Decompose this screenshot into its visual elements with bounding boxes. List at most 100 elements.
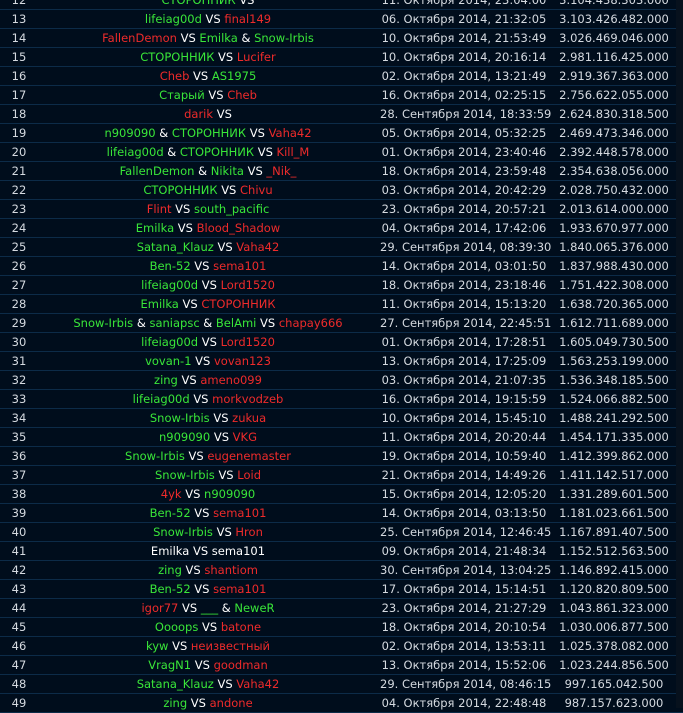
player-name[interactable]: Blood_Shadow	[197, 221, 281, 235]
player-name[interactable]: Hron	[235, 525, 262, 539]
player-name[interactable]: shantiom	[204, 563, 258, 577]
player-name[interactable]: AS1975	[212, 69, 256, 83]
rank-number: 43	[11, 582, 27, 596]
table-row: 14 FallenDemon VS Emilka & Snow-Irbis 10. …	[0, 29, 683, 48]
fight-date: 18. Октября 2014, 20:10:54	[381, 620, 547, 634]
player-name[interactable]: Chivu	[240, 183, 273, 197]
player-name[interactable]: Emilka	[140, 297, 178, 311]
fight-participants: FallenDemon & Nikita VS _Nik_	[38, 162, 378, 180]
player-name[interactable]: Oooops	[155, 620, 198, 634]
player-name[interactable]: lifeiag00d	[141, 335, 198, 349]
player-name[interactable]: СТОРОННИК	[172, 126, 246, 140]
player-name[interactable]: Snow-Irbis	[153, 525, 213, 539]
vertical-scrollbar[interactable]	[676, 0, 683, 708]
rank-number: 33	[11, 392, 27, 406]
player-name[interactable]: zing	[158, 563, 182, 577]
player-name[interactable]: Emilka	[199, 31, 237, 45]
player-name[interactable]: Ben-52	[150, 582, 191, 596]
player-name[interactable]: BelAmi	[216, 316, 256, 330]
player-name[interactable]: Lucifer	[237, 50, 276, 64]
player-name[interactable]: igor77	[141, 601, 178, 615]
player-name[interactable]: sema101	[213, 582, 266, 596]
player-name[interactable]: неизвестный	[191, 639, 270, 653]
player-name[interactable]: goodman	[214, 658, 268, 672]
player-name[interactable]: СТОРОННИК	[143, 183, 217, 197]
player-name[interactable]: Snow-Irbis	[73, 316, 133, 330]
player-name[interactable]: _Nik_	[266, 164, 296, 178]
player-name[interactable]: Snow-Irbis	[254, 31, 314, 45]
player-name[interactable]: n909090	[159, 430, 210, 444]
player-name[interactable]: Flint	[147, 202, 172, 216]
fight-date: 10. Октября 2014, 15:45:10	[381, 411, 547, 425]
rank-number: 48	[11, 677, 27, 691]
player-name[interactable]: saniapsc	[149, 316, 199, 330]
player-name[interactable]: FallenDemon	[120, 164, 195, 178]
player-name[interactable]: batone	[221, 620, 261, 634]
fight-date: 14. Октября 2014, 03:13:50	[381, 506, 547, 520]
player-name[interactable]: 4yk	[161, 487, 182, 501]
player-name[interactable]: VKG	[233, 430, 257, 444]
player-name[interactable]: Loid	[237, 468, 261, 482]
player-name[interactable]: Lord1520	[221, 335, 275, 349]
player-name[interactable]: Snow-Irbis	[155, 468, 215, 482]
player-name[interactable]: Nikita	[211, 164, 244, 178]
player-name[interactable]: Vaha42	[236, 240, 279, 254]
player-name[interactable]: south_pacific	[194, 202, 269, 216]
player-name[interactable]: Cheb	[227, 88, 257, 102]
player-name[interactable]: Satana_Klauz	[137, 240, 214, 254]
player-name[interactable]: vovan-1	[145, 354, 191, 368]
fight-participants: lifeiag00d & СТОРОННИК VS Kill_M	[38, 143, 378, 161]
player-name[interactable]: Kill_M	[277, 145, 310, 159]
rank-number: 46	[11, 639, 27, 653]
player-name[interactable]: Satana_Klauz	[137, 677, 214, 691]
player-name[interactable]: СТОРОННИК	[140, 50, 214, 64]
player-name[interactable]: СТОРОННИК	[162, 0, 236, 7]
fight-date: 01. Октября 2014, 17:28:51	[381, 335, 547, 349]
player-name[interactable]: kyw	[146, 639, 168, 653]
table-row: 31 vovan-1 VS vovan123 13. Октября 2014, 1…	[0, 352, 683, 371]
player-name[interactable]: Ben-52	[150, 506, 191, 520]
fight-date: 06. Октября 2014, 21:32:05	[381, 12, 547, 26]
player-name[interactable]: Emilka	[151, 544, 189, 558]
player-name[interactable]: n909090	[204, 487, 255, 501]
player-name[interactable]: lifeiag00d	[141, 278, 198, 292]
player-name[interactable]: sema101	[213, 259, 266, 273]
table-row: 40 Snow-Irbis VS Hron 25. Сентября 2014, 1…	[0, 523, 683, 542]
table-row: 34 Snow-Irbis VS zukua 10. Октября 2014, 1…	[0, 409, 683, 428]
player-name[interactable]: morkvodzeb	[212, 392, 283, 406]
player-name[interactable]: lifeiag00d	[107, 145, 164, 159]
vs-separator: VS	[202, 620, 218, 634]
player-name[interactable]: vovan123	[214, 354, 271, 368]
player-name[interactable]: chapay666	[279, 316, 343, 330]
player-name[interactable]: Ben-52	[150, 259, 191, 273]
player-name[interactable]: sema101	[213, 506, 266, 520]
player-name[interactable]: ameno099	[200, 373, 262, 387]
player-name[interactable]: eugenemaster	[207, 449, 291, 463]
player-name[interactable]: Cheb	[160, 69, 190, 83]
player-name[interactable]: darik	[184, 107, 213, 121]
player-name[interactable]: n909090	[104, 126, 155, 140]
player-name[interactable]: Старый	[159, 88, 205, 102]
player-name[interactable]: ___	[201, 601, 218, 615]
player-name[interactable]: Vaha42	[236, 677, 279, 691]
fight-participants: lifeiag00d VS morkvodzeb	[38, 390, 378, 408]
player-name[interactable]: Emilka	[136, 221, 174, 235]
fight-participants: Старый VS Cheb	[38, 86, 378, 104]
player-name[interactable]: СТОРОННИК	[201, 297, 275, 311]
player-name[interactable]: Vaha42	[269, 126, 312, 140]
player-name[interactable]: Snow-Irbis	[150, 411, 210, 425]
player-name[interactable]: zing	[154, 373, 178, 387]
player-name[interactable]: СТОРОННИК	[180, 145, 254, 159]
player-name[interactable]: FallenDemon	[102, 31, 177, 45]
player-name[interactable]: Lord1520	[221, 278, 275, 292]
damage-value: 3.103.426.482.000	[559, 12, 669, 26]
player-name[interactable]: final149	[224, 12, 271, 26]
damage-value: 3.026.469.046.000	[559, 31, 669, 45]
player-name[interactable]: zukua	[232, 411, 266, 425]
player-name[interactable]: NeweR	[234, 601, 274, 615]
player-name[interactable]: lifeiag00d	[133, 392, 190, 406]
player-name[interactable]: Snow-Irbis	[125, 449, 185, 463]
player-name[interactable]: lifeiag00d	[145, 12, 202, 26]
player-name[interactable]: VragN1	[148, 658, 191, 672]
player-name[interactable]: sema101	[212, 544, 265, 558]
